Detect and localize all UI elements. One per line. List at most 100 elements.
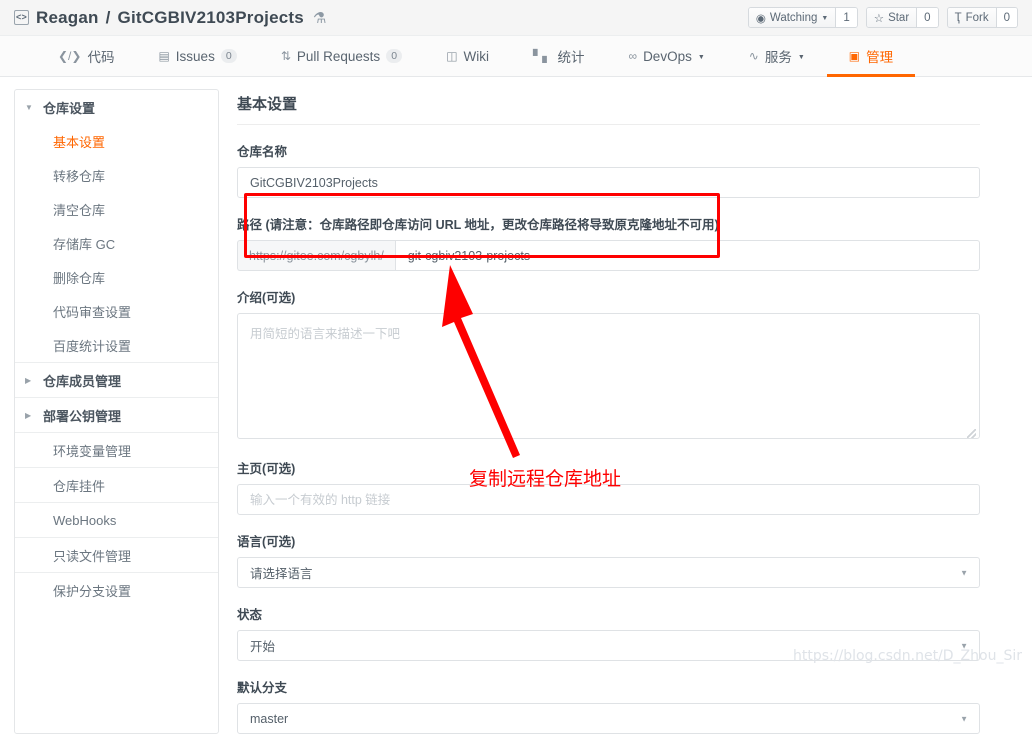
sidebar-item-protected-branches[interactable]: 保护分支设置 xyxy=(15,573,218,607)
nav-tab-manage[interactable]: ▣ 管理 xyxy=(826,36,916,77)
eye-icon: ◉ xyxy=(755,12,766,25)
repo-name-input[interactable] xyxy=(237,167,980,198)
fork-button-group[interactable]: Ҭ Fork 0 xyxy=(946,7,1018,28)
manage-icon: ▣ xyxy=(848,49,861,63)
path-input[interactable] xyxy=(394,240,980,271)
nav-tab-devops[interactable]: ∞ DevOps ▼ xyxy=(607,36,727,76)
sidebar-item-delete-repo[interactable]: 删除仓库 xyxy=(15,260,218,294)
default-branch-label: 默认分支 xyxy=(237,681,288,695)
chevron-right-icon: ▶ xyxy=(25,375,32,385)
wiki-icon: ◫ xyxy=(446,49,458,63)
sidebar-group-repo-settings: ▼ 仓库设置 基本设置 转移仓库 清空仓库 存储库 GC 删除仓库 代码审查设置 xyxy=(15,90,218,362)
sidebar-item-env-variables[interactable]: 环境变量管理 xyxy=(15,433,218,467)
repo-name[interactable]: GitCGBIV2103Projects xyxy=(118,8,304,28)
watch-label: Watching xyxy=(769,11,818,24)
sidebar-item-label: 存储库 GC xyxy=(53,236,116,252)
description-wrapper xyxy=(237,313,980,442)
homepage-label: 主页(可选) xyxy=(237,462,296,476)
sidebar-item-repo-widgets[interactable]: 仓库挂件 xyxy=(15,468,218,502)
resize-handle-icon[interactable] xyxy=(967,429,976,438)
nav-tab-pull-requests[interactable]: ⇅ Pull Requests 0 xyxy=(259,36,424,76)
sidebar-item-label: 删除仓库 xyxy=(53,270,106,286)
nav-tab-code[interactable]: ❮/❯ 代码 xyxy=(36,36,136,76)
field-status: 状态 ▼ xyxy=(237,604,980,661)
sidebar-item-label: WebHooks xyxy=(53,512,117,528)
sidebar-item-label: 代码审查设置 xyxy=(53,304,132,320)
star-label: Star xyxy=(888,11,910,24)
sidebar-item-repo-gc[interactable]: 存储库 GC xyxy=(15,226,218,260)
status-label: 状态 xyxy=(237,608,263,622)
sidebar-item-label: 仓库设置 xyxy=(43,100,96,116)
sidebar-item-label: 转移仓库 xyxy=(53,168,106,184)
page-title: 基本设置 xyxy=(237,93,980,125)
sidebar-item-readonly-files[interactable]: 只读文件管理 xyxy=(15,538,218,572)
sidebar-item-label: 环境变量管理 xyxy=(53,443,132,459)
status-select[interactable] xyxy=(237,630,980,661)
language-label: 语言(可选) xyxy=(237,535,296,549)
devops-icon: ∞ xyxy=(628,49,638,63)
nav-tab-label: DevOps xyxy=(643,48,692,64)
repo-breadcrumb: <> Reagan / GitCGBIV2103Projects ⚗ xyxy=(14,8,327,28)
code-icon: ❮/❯ xyxy=(58,49,82,63)
watch-count[interactable]: 1 xyxy=(835,8,857,27)
issues-icon: ▤ xyxy=(158,49,170,63)
sidebar-item-repo-settings[interactable]: ▼ 仓库设置 xyxy=(15,90,218,124)
sidebar-item-clear-repo[interactable]: 清空仓库 xyxy=(15,192,218,226)
sidebar-item-label: 清空仓库 xyxy=(53,202,106,218)
nav-tab-services[interactable]: ∿ 服务 ▼ xyxy=(727,36,827,76)
description-textarea[interactable] xyxy=(237,313,980,439)
star-button-group[interactable]: ☆ Star 0 xyxy=(865,7,939,28)
sidebar-item-basic-settings[interactable]: 基本设置 xyxy=(15,124,218,158)
nav-tab-statistics[interactable]: ▘▖ 统计 xyxy=(511,36,606,76)
fork-button[interactable]: Ҭ Fork xyxy=(947,8,996,27)
homepage-input[interactable] xyxy=(237,484,980,515)
sidebar-item-label: 百度统计设置 xyxy=(53,338,132,354)
watch-button[interactable]: ◉ Watching ▼ xyxy=(748,8,836,27)
chart-icon: ▘▖ xyxy=(533,49,552,63)
language-select[interactable] xyxy=(237,557,980,588)
sidebar-item-code-review-settings[interactable]: 代码审查设置 xyxy=(15,294,218,328)
pull-requests-count-badge: 0 xyxy=(386,48,403,64)
repo-owner[interactable]: Reagan xyxy=(36,8,99,28)
sidebar-item-label: 保护分支设置 xyxy=(53,583,132,599)
path-input-group: https://gitee.com/cgbylh/ xyxy=(237,240,980,271)
award-badge-icon: ⚗ xyxy=(312,9,327,27)
star-icon: ☆ xyxy=(873,12,885,25)
chevron-down-icon: ▼ xyxy=(797,53,805,61)
settings-content: 基本设置 仓库名称 路径 (请注意：仓库路径即仓库访问 URL 地址，更改仓库路… xyxy=(219,93,1032,734)
page-body: ▼ 仓库设置 基本设置 转移仓库 清空仓库 存储库 GC 删除仓库 代码审查设置 xyxy=(0,77,1032,734)
service-icon: ∿ xyxy=(748,49,759,63)
sidebar-item-label: 只读文件管理 xyxy=(53,548,132,564)
default-branch-select[interactable] xyxy=(237,703,980,734)
repo-header: <> Reagan / GitCGBIV2103Projects ⚗ ◉ Wat… xyxy=(0,0,1032,36)
sidebar-item-webhooks[interactable]: WebHooks xyxy=(15,503,218,537)
sidebar-item-baidu-statistics[interactable]: 百度统计设置 xyxy=(15,328,218,362)
breadcrumb-separator: / xyxy=(105,7,111,27)
sidebar-item-label: 基本设置 xyxy=(53,134,106,150)
field-path: 路径 (请注意：仓库路径即仓库访问 URL 地址，更改仓库路径将导致原克隆地址不… xyxy=(237,214,980,271)
sidebar-item-members[interactable]: ▶ 仓库成员管理 xyxy=(15,363,218,397)
nav-tab-label: Wiki xyxy=(463,48,490,64)
star-button[interactable]: ☆ Star xyxy=(866,8,917,27)
default-branch-select-wrapper: ▼ xyxy=(237,703,980,734)
nav-tab-issues[interactable]: ▤ Issues 0 xyxy=(136,36,258,76)
sidebar-item-label: 部署公钥管理 xyxy=(43,408,122,424)
sidebar-item-deploy-keys[interactable]: ▶ 部署公钥管理 xyxy=(15,398,218,432)
code-icon: <> xyxy=(14,10,29,25)
nav-tab-label: Pull Requests xyxy=(296,48,381,64)
nav-tab-wiki[interactable]: ◫ Wiki xyxy=(424,36,511,76)
path-label: 路径 (请注意：仓库路径即仓库访问 URL 地址，更改仓库路径将导致原克隆地址不… xyxy=(237,218,719,232)
watch-button-group[interactable]: ◉ Watching ▼ 1 xyxy=(747,7,858,28)
sidebar-item-label: 仓库挂件 xyxy=(53,478,106,494)
language-select-wrapper: ▼ xyxy=(237,557,980,588)
chevron-right-icon: ▶ xyxy=(25,410,32,420)
description-label: 介绍(可选) xyxy=(237,291,296,305)
field-description: 介绍(可选) xyxy=(237,287,980,442)
star-count[interactable]: 0 xyxy=(916,8,938,27)
field-repo-name: 仓库名称 xyxy=(237,141,980,198)
fork-count[interactable]: 0 xyxy=(995,8,1017,27)
path-prefix: https://gitee.com/cgbylh/ xyxy=(237,240,395,271)
nav-tab-label: 服务 xyxy=(764,50,792,65)
sidebar-item-transfer-repo[interactable]: 转移仓库 xyxy=(15,158,218,192)
repo-actions: ◉ Watching ▼ 1 ☆ Star 0 Ҭ Fork 0 xyxy=(747,7,1018,28)
